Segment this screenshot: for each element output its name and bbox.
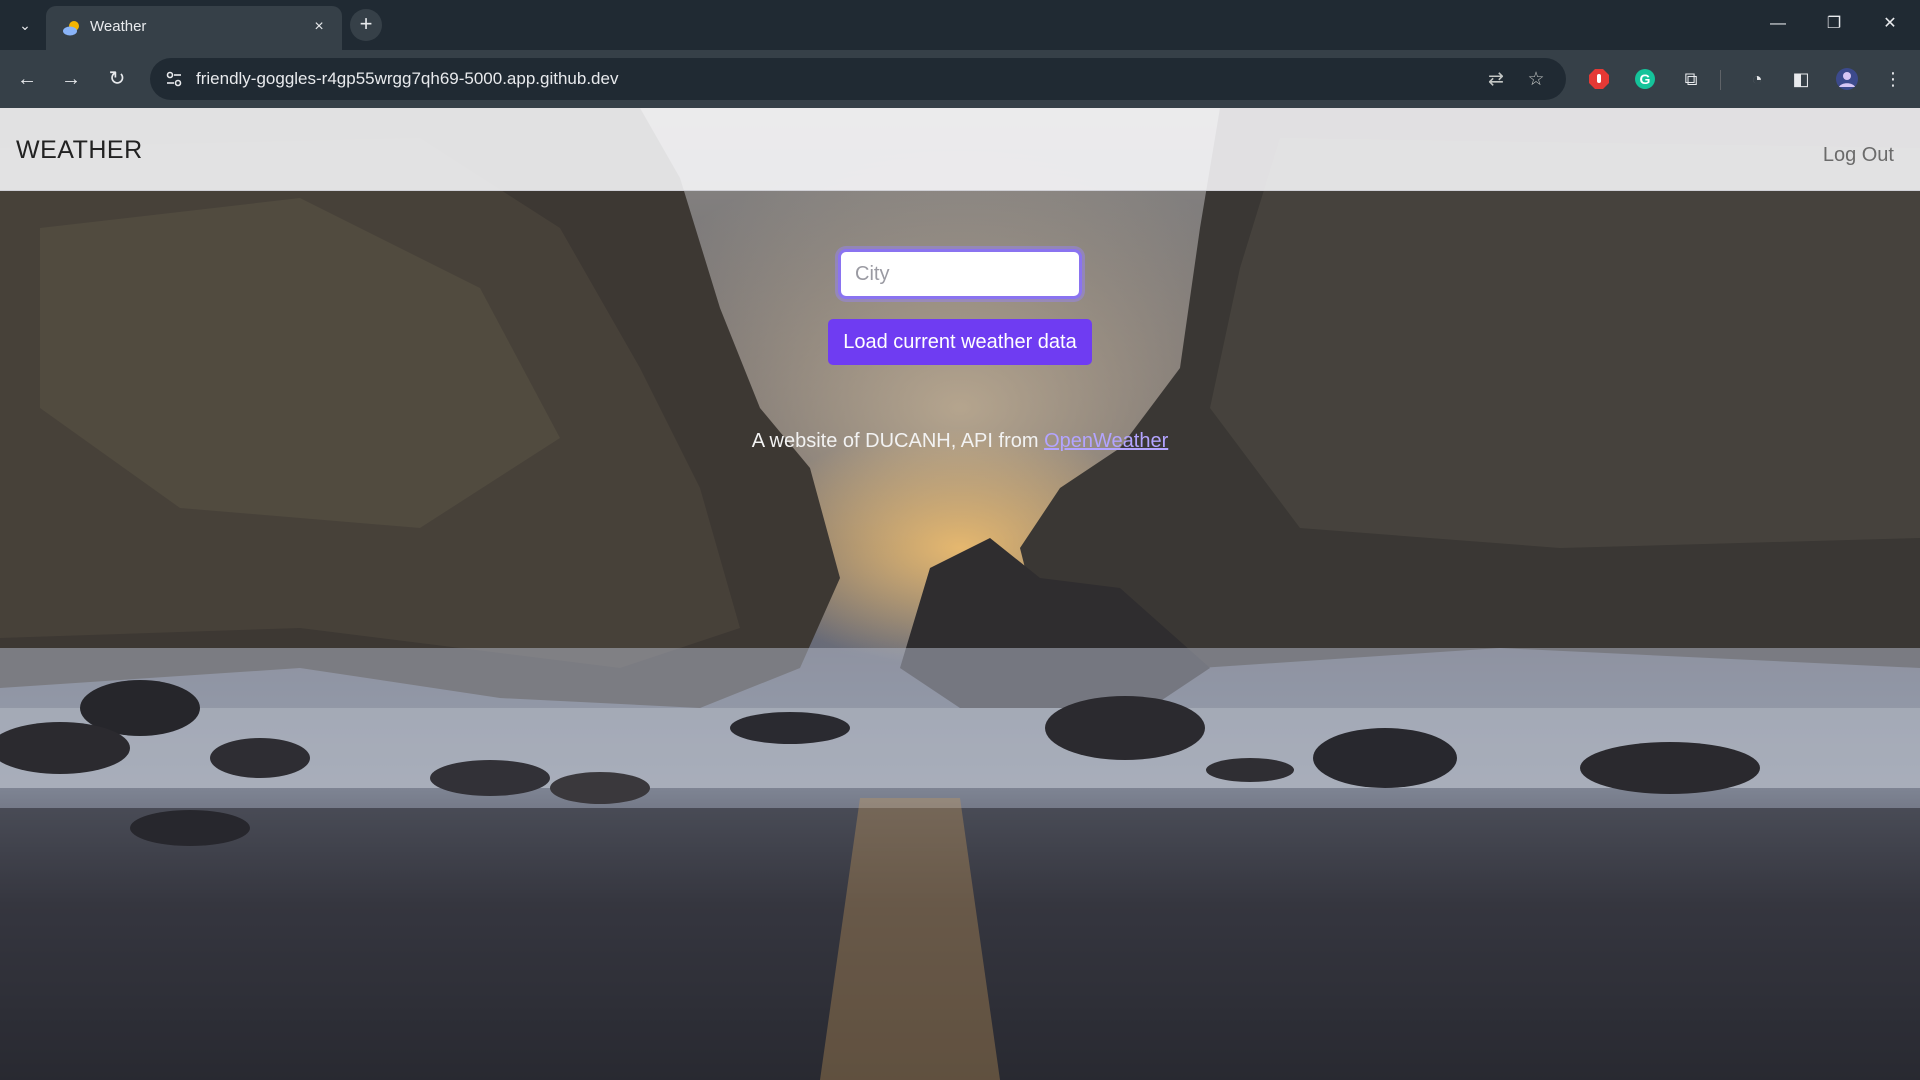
- toolbar-divider: [1720, 70, 1721, 90]
- tab-strip: ⌄ Weather × + — ❐ ✕: [0, 0, 1920, 50]
- menu-icon[interactable]: ⋮: [1878, 64, 1908, 94]
- tab-title: Weather: [90, 18, 147, 35]
- adblock-icon[interactable]: [1584, 64, 1614, 94]
- translate-icon[interactable]: ⇄: [1484, 68, 1508, 92]
- restore-icon[interactable]: ❐: [1806, 0, 1862, 48]
- bookmark-star-icon[interactable]: ☆: [1524, 68, 1548, 92]
- credit-prefix: A website of DUCANH, API from: [751, 430, 1045, 452]
- browser-toolbar: ← → ↻ friendly-goggles-r4gp55wrgg7qh69-5…: [0, 50, 1920, 108]
- back-icon[interactable]: ←: [12, 64, 42, 94]
- openweather-link[interactable]: OpenWeather: [1044, 430, 1168, 452]
- tab-search-icon[interactable]: ⌄: [12, 12, 38, 38]
- new-tab-button[interactable]: +: [350, 9, 382, 41]
- extensions-icon[interactable]: ⧉: [1676, 64, 1706, 94]
- credit-text: A website of DUCANH, API from OpenWeathe…: [0, 430, 1920, 453]
- tab-weather[interactable]: Weather ×: [46, 6, 342, 50]
- performance-icon[interactable]: ◔: [1742, 64, 1772, 94]
- city-input[interactable]: [838, 249, 1082, 299]
- url-text[interactable]: friendly-goggles-r4gp55wrgg7qh69-5000.ap…: [196, 69, 618, 89]
- address-bar[interactable]: friendly-goggles-r4gp55wrgg7qh69-5000.ap…: [150, 58, 1566, 100]
- site-navbar: WEATHER Log Out: [0, 108, 1920, 191]
- logout-link[interactable]: Log Out: [1823, 144, 1894, 167]
- svg-text:G: G: [1640, 71, 1651, 87]
- forward-icon[interactable]: →: [56, 64, 86, 94]
- site-info-icon[interactable]: [164, 69, 184, 89]
- load-weather-button[interactable]: Load current weather data: [828, 319, 1092, 365]
- brand-logo[interactable]: WEATHER: [16, 136, 143, 165]
- tab-close-icon[interactable]: ×: [308, 16, 330, 38]
- grammarly-icon[interactable]: G: [1630, 64, 1660, 94]
- profile-avatar-icon[interactable]: [1832, 64, 1862, 94]
- page-viewport: WEATHER Log Out Load current weather dat…: [0, 108, 1920, 1080]
- minimize-icon[interactable]: —: [1750, 0, 1806, 48]
- weather-favicon: [63, 21, 79, 36]
- close-icon[interactable]: ✕: [1862, 0, 1918, 48]
- side-panel-icon[interactable]: ◧: [1786, 64, 1816, 94]
- reload-icon[interactable]: ↻: [102, 64, 132, 94]
